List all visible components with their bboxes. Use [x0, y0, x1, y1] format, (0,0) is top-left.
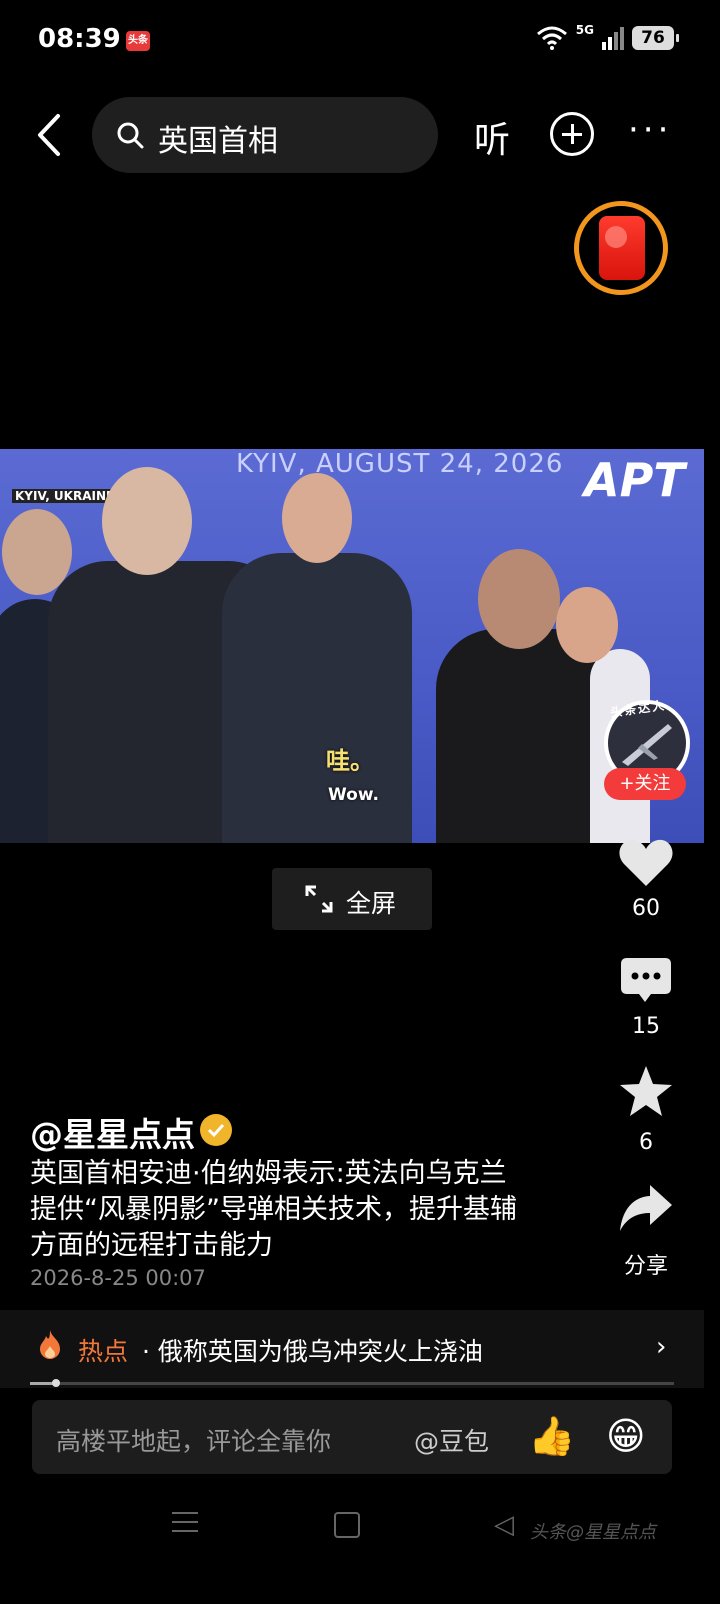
post-timestamp: 2026-8-25 00:07 [30, 1266, 206, 1290]
favorite-button[interactable] [618, 1064, 674, 1120]
battery-indicator: 76 [632, 26, 679, 50]
fullscreen-button[interactable]: 全屏 [272, 868, 432, 930]
comment-input-placeholder[interactable]: 高楼平地起，评论全靠你 [56, 1422, 331, 1458]
search-icon [117, 122, 144, 149]
back-button[interactable] [30, 110, 70, 160]
video-channel-logo: APT [584, 453, 685, 507]
listen-button[interactable]: 听 [474, 111, 510, 163]
signal-icon [602, 27, 624, 50]
share-label: 分享 [623, 1254, 668, 1279]
nav-back-button[interactable]: ◁ [494, 1510, 514, 1540]
network-type-label: 5G [575, 23, 594, 37]
more-options-button[interactable]: ··· [628, 113, 672, 147]
expand-icon [305, 885, 333, 913]
video-person-head [282, 473, 352, 563]
fire-icon [40, 1330, 60, 1359]
video-progress-bar[interactable] [30, 1379, 674, 1387]
video-banner-text: KYIV, AUGUST 24, 2026 [236, 449, 564, 479]
status-time: 08:39 [38, 24, 121, 54]
mention-doubao-button[interactable]: @豆包 [414, 1422, 489, 1458]
nav-home-button[interactable] [334, 1512, 360, 1538]
video-location-label: KYIV, UKRAINE [12, 489, 118, 503]
comment-input-bar[interactable]: 高楼平地起，评论全靠你 @豆包 👍 😁 [32, 1400, 672, 1474]
wifi-icon [536, 26, 567, 50]
comment-button[interactable] [619, 956, 673, 1006]
chevron-right-icon: › [656, 1332, 667, 1362]
video-player[interactable]: KYIV, AUGUST 24, 2026 APT KYIV, UKRAINE … [0, 449, 704, 843]
video-person-head [478, 549, 560, 649]
grin-emoji-button[interactable]: 😁 [606, 1414, 646, 1458]
watermark: 头条@星星点点 [530, 1522, 656, 1543]
like-count: 60 [632, 896, 660, 921]
post-text: 英国首相安迪·伯纳姆表示:英法向乌克兰提供“风暴阴影”导弹相关技术，提升基辅方面… [30, 1158, 517, 1261]
status-indicators: 5G 76 [536, 23, 679, 50]
like-button[interactable] [618, 836, 674, 888]
thumbs-up-emoji-button[interactable]: 👍 [528, 1414, 575, 1459]
search-input[interactable]: 英国首相 [92, 97, 438, 173]
video-person [222, 553, 412, 843]
hot-topic-text: · 俄称英国为俄乌冲突火上浇油 [142, 1337, 483, 1366]
fullscreen-label: 全屏 [346, 889, 397, 918]
video-subtitle-english: Wow. [328, 785, 379, 805]
favorite-count: 6 [639, 1130, 653, 1155]
hot-label: 热点 [78, 1337, 129, 1366]
comment-count: 15 [632, 1014, 660, 1039]
video-subtitle-chinese: 哇。 [326, 747, 374, 775]
red-envelope-button[interactable] [574, 201, 668, 295]
share-button[interactable] [618, 1183, 674, 1235]
red-envelope-icon [599, 216, 645, 280]
add-button[interactable] [550, 112, 594, 156]
search-query-text: 英国首相 [158, 124, 278, 159]
nav-recent-apps-button[interactable] [172, 1512, 198, 1539]
video-progress-knob[interactable] [51, 1379, 60, 1387]
follow-button[interactable]: +关注 [604, 768, 686, 800]
author-name[interactable]: @星星点点 [30, 1108, 195, 1156]
hot-topic-bar[interactable]: 热点 · 俄称英国为俄乌冲突火上浇油 › [0, 1310, 704, 1388]
app-notification-badge: 头条 [126, 31, 150, 51]
video-person-head [556, 587, 618, 663]
verified-badge-icon [200, 1114, 232, 1146]
video-person-head [102, 467, 192, 575]
